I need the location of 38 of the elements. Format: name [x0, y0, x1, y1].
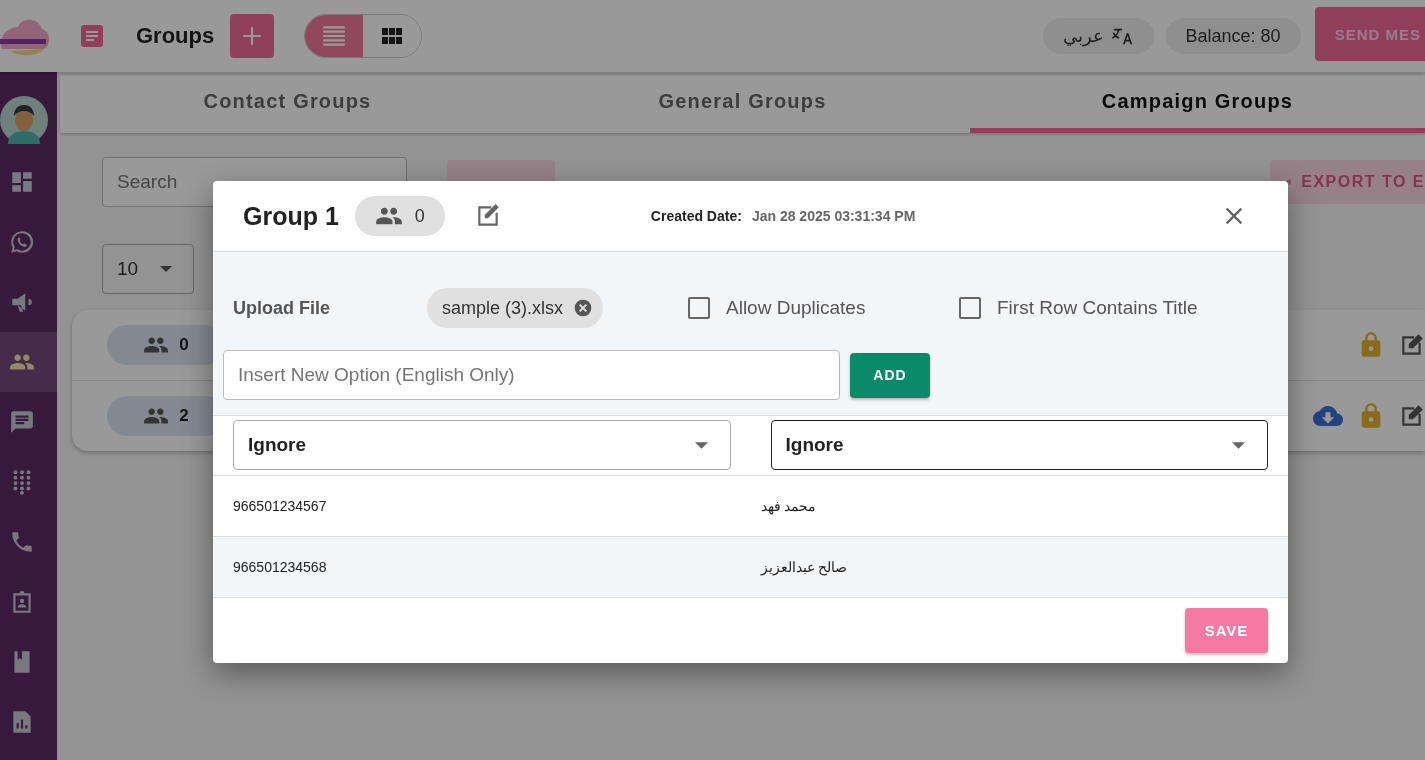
- checkbox-option[interactable]: Allow Duplicates: [688, 297, 959, 319]
- language-button[interactable]: عربي: [1042, 18, 1154, 54]
- list-icon: [321, 23, 348, 49]
- avatar-icon: [0, 96, 48, 144]
- table-cell: صالح عبدالعزيز: [760, 559, 848, 575]
- caret-icon: [694, 441, 708, 449]
- file-chip: sample (3).xlsx: [427, 288, 604, 328]
- remove-icon[interactable]: [573, 298, 594, 318]
- document-icon[interactable]: [80, 24, 104, 48]
- checkbox[interactable]: [688, 297, 710, 319]
- add-button[interactable]: [230, 14, 275, 58]
- checkbox-option[interactable]: First Row Contains Title: [959, 297, 1230, 319]
- caret-icon: [1232, 441, 1245, 449]
- member-count-badge: 0: [354, 196, 445, 236]
- chat-bubble-phone-icon: [8, 229, 35, 255]
- tab[interactable]: Contact Groups: [60, 75, 515, 133]
- checkbox[interactable]: [959, 297, 981, 319]
- created-date: Jan 28 2025 03:31:34 PM: [751, 208, 916, 224]
- chat-icon: [8, 409, 35, 435]
- tab[interactable]: Campaign Groups: [970, 75, 1425, 133]
- created-date-label: Created Date:: [650, 208, 742, 224]
- balance-badge: Balance: 80: [1165, 18, 1301, 54]
- edit-icon[interactable]: [1399, 332, 1425, 358]
- table-cell: محمد فهد: [760, 498, 817, 514]
- page-title: Groups: [136, 23, 215, 49]
- upload-label: Upload File: [233, 297, 331, 319]
- sidebar-item[interactable]: [0, 332, 57, 392]
- page-size-select[interactable]: 10: [102, 244, 194, 294]
- dialog-title: Group 1: [243, 201, 339, 231]
- table-cell: 966501234568: [233, 559, 327, 575]
- edit-icon[interactable]: [1399, 403, 1425, 429]
- new-option-field[interactable]: Insert New Option (English Only): [223, 350, 840, 400]
- column-select[interactable]: Ignore: [770, 420, 1268, 470]
- tab[interactable]: General Groups: [515, 75, 970, 133]
- column-select[interactable]: Ignore: [233, 420, 731, 470]
- caret-icon: [160, 266, 173, 272]
- table-cell: 966501234567: [233, 498, 327, 514]
- add-button[interactable]: ADD: [850, 352, 930, 398]
